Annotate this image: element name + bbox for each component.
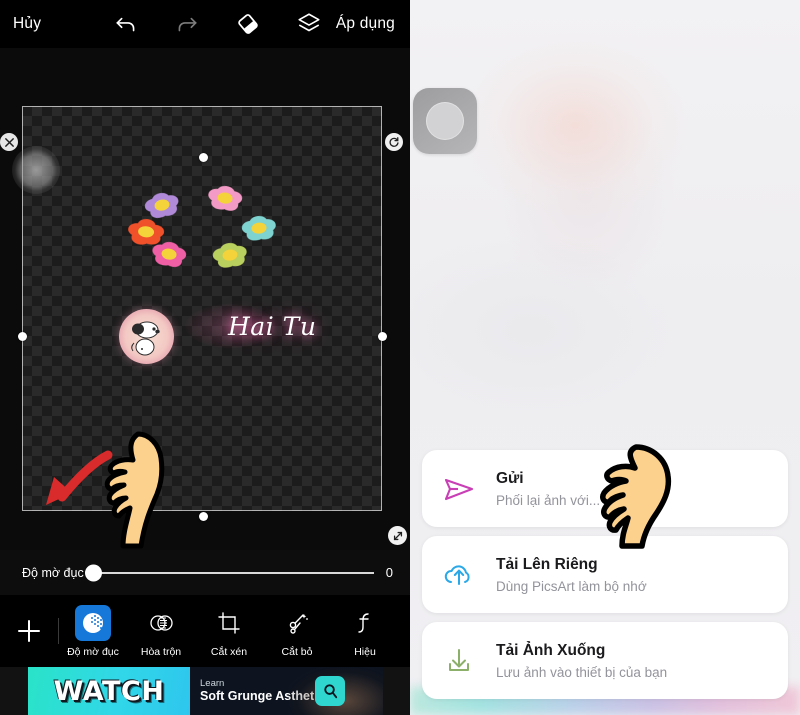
selection-bounding-box (22, 106, 382, 511)
apply-button[interactable]: Áp dụng (336, 15, 395, 33)
close-rounded-button[interactable] (413, 88, 477, 154)
selection-handle-top[interactable] (199, 153, 208, 162)
tool-crop[interactable]: Cắt xén (195, 605, 263, 658)
canvas-area[interactable]: Hai Tu (0, 48, 410, 550)
share-card-text: Gửi Phối lại ảnh với... (496, 470, 600, 508)
tool-label: Hiệu (354, 645, 376, 658)
share-card-subtitle: Dùng PicsArt làm bộ nhớ (496, 578, 647, 594)
opacity-slider-track[interactable] (84, 564, 374, 581)
share-sheet-pane: Gửi Phối lại ảnh với... Tải Lên Riêng Dù… (410, 0, 800, 715)
share-card-title: Tải Ảnh Xuống (496, 641, 606, 659)
share-card-send[interactable]: Gửi Phối lại ảnh với... (422, 450, 788, 527)
ad-watch-block: WATCH (28, 667, 190, 715)
opacity-slider-label: Độ mờ đục (22, 565, 84, 580)
opacity-slider-thumb[interactable] (84, 564, 102, 581)
share-card-title: Gửi (496, 469, 524, 487)
ad-watch-label: WATCH (53, 675, 165, 707)
picsart-logo-icon (315, 676, 345, 706)
share-card-text: Tải Lên Riêng Dùng PicsArt làm bộ nhớ (496, 556, 647, 594)
tool-label: Cắt bỏ (281, 645, 313, 658)
tool-cutout[interactable]: Cắt bỏ (263, 605, 331, 658)
opacity-slider-value: 0 (385, 565, 393, 580)
opacity-halftone-icon (75, 604, 111, 641)
selection-handle-left[interactable] (18, 332, 27, 341)
effects-icon (347, 605, 383, 641)
layers-icon[interactable] (296, 11, 322, 37)
download-icon (422, 643, 496, 679)
undo-icon[interactable] (113, 11, 139, 37)
opacity-slider-row: Độ mờ đục 0 (0, 550, 410, 595)
toolbar-icon-group (113, 11, 322, 37)
share-card-text: Tải Ảnh Xuống Lưu ảnh vào thiết bị của b… (496, 642, 667, 680)
share-card-subtitle: Phối lại ảnh với... (496, 492, 601, 508)
editor-top-toolbar: Hủy Áp dụng (0, 0, 410, 48)
tool-label: Cắt xén (210, 645, 248, 658)
tool-label: Hòa trộn (140, 645, 182, 658)
editor-tool-bar: Độ mờ đục Hòa trộn Cắt xén Cắt bỏ Hiệu (0, 595, 410, 667)
screen-root: Hủy Áp dụng Hai Tu Độ mờ đục 0 Độ mờ đục… (0, 0, 800, 715)
rotate-icon[interactable] (385, 133, 403, 151)
send-plane-icon (422, 471, 496, 507)
ad-content: WATCH Learn Soft Grunge Asthetic (28, 667, 383, 715)
layer-thumbnail-watermark (12, 146, 60, 194)
close-button-dot (426, 102, 464, 140)
tool-label: Độ mờ đục (67, 645, 119, 658)
crop-icon (211, 605, 247, 641)
share-card-upload[interactable]: Tải Lên Riêng Dùng PicsArt làm bộ nhớ (422, 536, 788, 613)
share-option-list: Gửi Phối lại ảnh với... Tải Lên Riêng Dù… (422, 450, 788, 708)
eraser-icon[interactable] (235, 11, 261, 37)
close-icon[interactable] (0, 133, 18, 151)
share-card-title: Tải Lên Riêng (496, 555, 598, 573)
share-card-download[interactable]: Tải Ảnh Xuống Lưu ảnh vào thiết bị của b… (422, 622, 788, 699)
cloud-upload-icon (422, 557, 496, 593)
tool-effects[interactable]: Hiệu (331, 605, 399, 658)
tool-opacity[interactable]: Độ mờ đục (59, 604, 127, 658)
share-card-subtitle: Lưu ảnh vào thiết bị của bạn (496, 664, 668, 680)
cutout-scissors-icon (279, 605, 315, 641)
plus-icon (18, 620, 40, 642)
selection-handle-right[interactable] (378, 332, 387, 341)
add-layer-button[interactable] (0, 616, 58, 646)
editor-pane: Hủy Áp dụng Hai Tu Độ mờ đục 0 Độ mờ đục… (0, 0, 410, 715)
selection-handle-bottom[interactable] (199, 512, 208, 521)
redo-icon[interactable] (174, 11, 200, 37)
ad-banner[interactable]: WATCH Learn Soft Grunge Asthetic (0, 667, 410, 715)
tool-blend[interactable]: Hòa trộn (127, 605, 195, 658)
scale-icon[interactable] (388, 526, 407, 545)
cancel-button[interactable]: Hủy (13, 15, 41, 33)
blend-icon (143, 605, 179, 641)
